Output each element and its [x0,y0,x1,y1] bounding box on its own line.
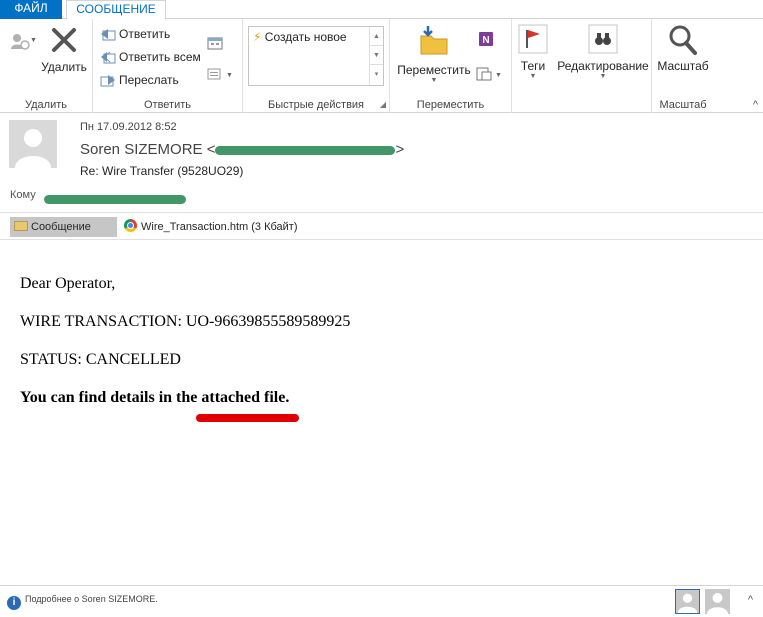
flag-icon [518,24,548,54]
sender-close-bracket: > [395,141,405,158]
chevron-down-icon: ▼ [30,37,37,44]
ribbon-group-zoom: Масштаб Масштаб ^ [652,19,763,113]
editing-button[interactable]: Редактирование ▼ [556,24,650,81]
reply-all-label: Ответить всем [119,50,201,64]
binoculars-icon [588,24,618,54]
magnifier-icon [669,25,697,55]
chevron-down-icon: ▼ [430,77,438,84]
delete-button-label: Удалить [41,60,87,74]
red-underline-annotation [196,414,299,422]
actions-icon [476,67,492,81]
ribbon-group-move: Переместить ▼ N ▼ Переместить [390,19,512,113]
quick-step-create-new[interactable]: ⚡ Создать новое [253,30,347,44]
move-button[interactable]: Переместить ▼ [396,24,472,85]
chevron-down-icon: ▼ [495,72,502,79]
folder-move-icon [420,26,448,55]
ribbon-group-editing: Редактирование ▼ [554,19,652,113]
forward-button[interactable]: Переслать [100,70,179,90]
calendar-icon [207,37,223,50]
group-label-quick-steps: Быстрые действия [267,99,365,111]
message-date: Пн 17.09.2012 8:52 [80,121,177,133]
lightning-icon: ⚡ [253,30,262,44]
more-respond-icon [207,68,221,80]
ribbon-group-tags: Теги ▼ [512,19,554,113]
people-thumb-recipient[interactable] [705,589,730,614]
ignore-button[interactable]: ▼ [6,29,37,54]
ribbon-group-delete: ▼ Удалить Удалить [0,19,93,113]
scroll-down-icon[interactable]: ▼ [370,46,383,65]
sender-line[interactable]: Soren SIZEMORE < > [80,141,404,158]
reply-all-button[interactable]: Ответить всем [100,47,201,67]
delete-button[interactable]: Удалить [40,25,88,74]
collapse-ribbon-icon[interactable]: ^ [753,99,758,111]
message-subject: Re: Wire Transfer (9528UO29) [80,164,244,178]
to-label: Кому [10,189,36,201]
people-pane: i Подробнее о Soren SIZEMORE. ^ [0,585,763,617]
ribbon-tab-strip: ФАЙЛ СООБЩЕНИЕ [0,0,763,20]
chevron-down-icon: ▼ [599,73,607,80]
chevron-down-icon: ▼ [226,72,233,79]
attachment-file-label: Wire_Transaction.htm (3 Кбайт) [141,221,298,233]
actions-button[interactable]: ▼ [476,63,502,83]
expand-people-pane-icon[interactable]: ^ [748,594,753,606]
quick-step-create-new-label: Создать новое [264,30,347,44]
reply-icon [101,28,116,41]
chrome-icon [124,219,137,232]
attachment-bar: Сообщение Wire_Transaction.htm (3 Кбайт) [0,212,763,240]
group-label-move: Переместить [416,99,485,111]
more-respond-button[interactable]: ▼ [207,63,233,83]
delete-x-icon [52,28,76,52]
svg-text:N: N [482,35,489,46]
ribbon: ▼ Удалить Удалить Ответить Ответить всем [0,19,763,113]
sender-avatar[interactable] [9,120,57,168]
ribbon-group-respond: Ответить Ответить всем Переслать ▼ Ответ… [93,19,243,113]
zoom-button-label: Масштаб [657,59,709,73]
onenote-button[interactable]: N [478,31,494,51]
person-icon [677,593,698,613]
reply-label: Ответить [119,27,171,41]
reply-button[interactable]: Ответить [100,24,170,44]
message-view-tab[interactable]: Сообщение [10,217,117,237]
body-transaction: WIRE TRANSACTION: UO-96639855589589925 [20,313,351,330]
redacted-sender-email [215,145,396,155]
tab-file[interactable]: ФАЙЛ [0,0,62,19]
meeting-button[interactable] [207,32,226,52]
scroll-up-icon[interactable]: ▲ [370,27,383,46]
ignore-icon [11,34,30,50]
group-label-delete: Удалить [25,99,67,111]
message-view-tab-label: Сообщение [31,221,91,233]
forward-label: Переслать [119,73,179,87]
reply-all-icon [101,51,116,64]
body-status: STATUS: CANCELLED [20,351,181,368]
editing-button-label: Редактирование [557,59,649,73]
quick-steps-gallery[interactable]: ⚡ Создать новое ▲ ▼ ▾ [248,26,384,86]
sender-name: Soren SIZEMORE < [80,141,216,158]
attachment-file[interactable]: Wire_Transaction.htm (3 Кбайт) [124,217,298,237]
envelope-icon [14,221,28,231]
tags-button-label: Теги [520,59,546,73]
info-icon: i [7,596,21,610]
message-header: Пн 17.09.2012 8:52 Soren SIZEMORE < > Re:… [0,113,763,211]
chevron-down-icon: ▼ [529,73,537,80]
move-button-label: Переместить [397,63,471,77]
ribbon-group-quick-steps: ⚡ Создать новое ▲ ▼ ▾ ◢ Быстрые действия [243,19,390,113]
to-recipients[interactable] [44,192,186,206]
people-thumb-sender[interactable] [675,589,700,614]
people-info[interactable]: i Подробнее о Soren SIZEMORE. [7,594,158,610]
onenote-icon: N [479,32,493,46]
group-label-zoom: Масштаб [659,99,707,111]
quick-steps-scroller[interactable]: ▲ ▼ ▾ [369,27,383,85]
redacted-recipient [44,195,186,205]
tags-button[interactable]: Теги ▼ [517,24,549,81]
tab-message[interactable]: СООБЩЕНИЕ [66,0,166,20]
people-info-label: Подробнее о Soren SIZEMORE. [25,594,158,604]
person-icon [9,120,57,168]
person-icon [707,593,728,614]
forward-icon [100,74,115,87]
body-greeting: Dear Operator, [20,275,116,292]
expand-gallery-icon[interactable]: ▾ [370,65,383,84]
group-label-respond: Ответить [143,99,192,111]
body-details: You can find details in the attached fil… [20,389,290,406]
zoom-button[interactable]: Масштаб [652,24,714,73]
